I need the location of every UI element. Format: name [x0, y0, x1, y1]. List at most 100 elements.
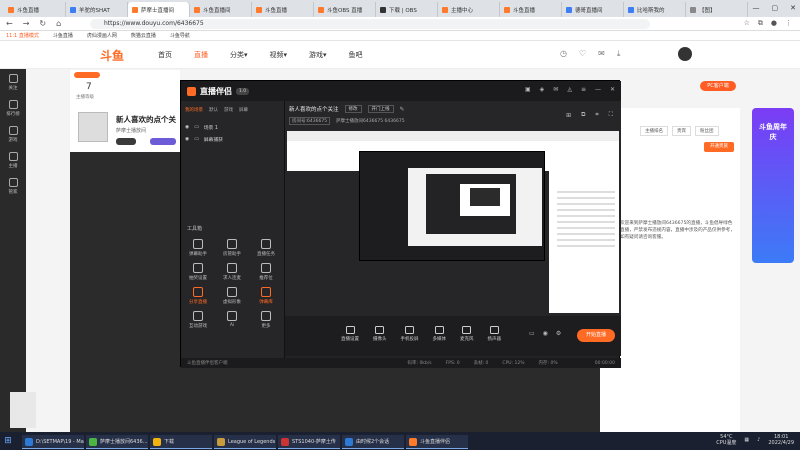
source-item[interactable]: ◉ ▭ 屏幕捕获	[185, 133, 281, 145]
sidebar-item[interactable]: 游戏	[0, 121, 26, 147]
download-icon[interactable]: ⤓	[617, 49, 621, 59]
close-icon[interactable]: ✕	[790, 4, 796, 12]
nobility-button[interactable]: 开通贵族	[704, 142, 734, 152]
taskbar-app[interactable]: STS1040-萨摩土传	[278, 435, 340, 449]
sidebar-item[interactable]: 关注	[0, 69, 26, 95]
control-button[interactable]: 多媒体	[433, 326, 446, 342]
floating-widget[interactable]	[10, 392, 36, 428]
site-logo[interactable]: 斗鱼	[100, 47, 124, 64]
browser-tab[interactable]: 萨摩士直播间	[128, 2, 190, 17]
browser-tab[interactable]: 下载 | OBS	[376, 2, 438, 17]
scene-tab[interactable]: 屏幕	[239, 107, 248, 113]
edit-icon[interactable]: ✎	[400, 106, 405, 113]
tool-item[interactable]: 推荐位	[251, 263, 281, 281]
go-live-button[interactable]: 开始直播	[577, 329, 615, 342]
copy-icon[interactable]: ⧉	[581, 111, 585, 119]
tool-item[interactable]: 分享直播	[183, 287, 213, 305]
follow-chip[interactable]	[116, 138, 136, 145]
source-item[interactable]: ◉ ▭ 场景 1	[185, 121, 281, 133]
browser-tab[interactable]: 【图】	[686, 2, 748, 17]
menu-icon[interactable]: ⋮	[785, 19, 792, 28]
camera-icon[interactable]: ▭	[529, 330, 535, 337]
tool-item[interactable]: 弹幕库	[251, 287, 281, 305]
clock[interactable]: 18:01 2022/4/29	[768, 434, 794, 446]
anniversary-ad[interactable]: 斗鱼周年庆	[752, 108, 794, 263]
eye-icon[interactable]: ◉	[185, 137, 189, 142]
nav-item[interactable]: 首页	[158, 50, 172, 60]
maximize-icon[interactable]: ▢	[772, 4, 779, 12]
reload-icon[interactable]: ↻	[39, 19, 46, 28]
taskbar-app[interactable]: 萨摩士播放间6436...	[86, 435, 148, 449]
sidebar-item[interactable]: 主播	[0, 147, 26, 173]
star-icon[interactable]: ☆	[744, 19, 750, 28]
scene-tab[interactable]: 游戏	[224, 107, 233, 113]
layout-icon[interactable]: ⊞	[566, 112, 571, 119]
app-minimize-icon[interactable]: —	[595, 86, 601, 93]
settings-icon[interactable]: ⚙	[556, 330, 561, 337]
browser-tab[interactable]: 主播中心	[438, 2, 500, 17]
minimize-icon[interactable]: —	[753, 4, 760, 12]
tool-item[interactable]: 弹幕助手	[183, 239, 213, 257]
tool-item[interactable]: 互动游戏	[183, 311, 213, 329]
taskbar-app[interactable]: 下载	[150, 435, 212, 449]
eye-icon[interactable]: ◉	[185, 125, 189, 130]
scene-tab[interactable]: 我的场景	[185, 107, 203, 113]
crop-icon[interactable]: ⌗	[595, 111, 598, 119]
profile-icon[interactable]: ●	[771, 19, 777, 28]
mail-icon[interactable]: ✉	[553, 86, 558, 93]
tool-item[interactable]: 直播任务	[251, 239, 281, 257]
bookmark-item[interactable]: 斗鱼直播	[53, 32, 73, 39]
tool-item[interactable]: 抽奖设置	[183, 263, 213, 281]
control-button[interactable]: 麦克风	[460, 326, 474, 342]
volume-icon[interactable]: ♪	[757, 437, 760, 443]
sidebar-item[interactable]: 排行榜	[0, 95, 26, 121]
browser-tab[interactable]: 斗鱼直播间	[190, 2, 252, 17]
pc-client-button[interactable]: PC客户端	[700, 81, 736, 91]
app-menu-icon[interactable]: ≡	[581, 86, 586, 93]
start-button[interactable]: ⊞	[0, 433, 16, 449]
control-button[interactable]: 扬声器	[488, 326, 501, 342]
browser-tab[interactable]: 比哈斯我的	[624, 2, 686, 17]
taskbar-app[interactable]: 斗鱼直播伴侣	[406, 435, 468, 449]
home-icon[interactable]: ⌂	[56, 19, 61, 28]
bell-icon[interactable]: ◬	[567, 86, 572, 93]
app-close-icon[interactable]: ✕	[610, 86, 615, 93]
url-field[interactable]: https://www.douyu.com/6436675	[90, 19, 650, 29]
tool-item[interactable]: 求人连麦	[217, 263, 247, 281]
browser-tab[interactable]: 斗鱼OBS 直播	[314, 2, 376, 17]
taskbar-app[interactable]: D:\SETMAP\19 - Ma...	[22, 435, 84, 449]
taskbar-app[interactable]: League of Legends	[214, 435, 276, 449]
browser-tab[interactable]: 德哥直播间	[562, 2, 624, 17]
message-icon[interactable]: ✉	[598, 49, 605, 59]
nav-item[interactable]: 游戏▾	[309, 50, 327, 60]
eye-icon[interactable]: ◉	[543, 330, 548, 337]
nav-item[interactable]: 直播	[194, 50, 208, 60]
tool-item[interactable]: 更多	[251, 311, 281, 329]
right-tab[interactable]: 主播排名	[640, 126, 668, 136]
browser-tab[interactable]: 斗鱼直播	[500, 2, 562, 17]
back-icon[interactable]: ←	[6, 19, 13, 28]
control-button[interactable]: 手机投屏	[401, 326, 419, 342]
streamer-avatar[interactable]	[78, 112, 108, 142]
bookmark-item[interactable]: 虎仙漫画人网	[87, 32, 117, 39]
control-button[interactable]: 摄像头	[373, 326, 387, 342]
history-icon[interactable]: ◷	[560, 49, 567, 59]
scene-tab[interactable]: 默认	[209, 107, 218, 113]
follow-icon[interactable]: ♡	[579, 49, 586, 59]
right-tab[interactable]: 贵宾	[672, 126, 691, 136]
control-button[interactable]: 直播设置	[341, 326, 359, 342]
screen-capture-preview[interactable]	[287, 131, 619, 313]
extension-icon[interactable]: ⧉	[758, 19, 763, 28]
right-tab[interactable]: 粉丝团	[695, 126, 719, 136]
fullscreen-icon[interactable]: ⛶	[609, 111, 613, 119]
category-button[interactable]: 修改	[344, 105, 362, 113]
nav-item[interactable]: 视频▾	[270, 50, 288, 60]
avatar[interactable]	[678, 47, 692, 61]
bookmark-item[interactable]: 斗鱼导航	[170, 32, 190, 39]
browser-tab[interactable]: 羊驼的SHAT	[66, 2, 128, 17]
tool-item[interactable]: 虚拟形象	[217, 287, 247, 305]
taskbar-app[interactable]: 由时候2个会话	[342, 435, 404, 449]
nav-item[interactable]: 分类▾	[230, 50, 248, 60]
medal-chip[interactable]	[150, 138, 176, 145]
nav-item[interactable]: 鱼吧	[349, 50, 363, 60]
